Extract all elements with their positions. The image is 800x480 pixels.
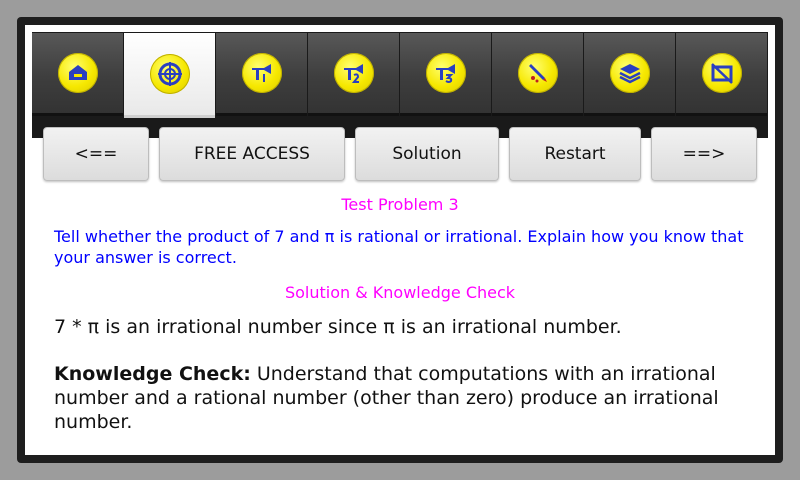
tab-home[interactable] <box>32 33 123 116</box>
answer-text: 7 * π is an irrational number since π is… <box>54 316 622 338</box>
tab-bar <box>32 32 768 138</box>
tab-trumpet-3[interactable] <box>400 33 491 116</box>
solution-title: Solution & Knowledge Check <box>284 283 516 302</box>
knowledge-check: Knowledge Check: Understand that computa… <box>54 362 754 434</box>
free-access-button[interactable]: FREE ACCESS <box>159 127 345 181</box>
tab-layers[interactable] <box>584 33 675 116</box>
slash-box-icon <box>701 53 742 93</box>
tab-slash-box[interactable] <box>676 33 767 116</box>
pencil-eraser-icon <box>517 53 558 93</box>
app-screen: <== FREE ACCESS Solution Restart ==> Tes… <box>25 25 775 455</box>
problem-text: Tell whether the product of 7 and π is r… <box>54 227 744 267</box>
trumpet-1-icon <box>241 53 282 93</box>
action-button-row: <== FREE ACCESS Solution Restart ==> <box>43 127 757 183</box>
trumpet-2-icon <box>333 53 374 93</box>
knowledge-check-label: Knowledge Check: <box>54 363 251 385</box>
problem-title: Test Problem 3 <box>341 195 459 214</box>
solution-button[interactable]: Solution <box>355 127 499 181</box>
next-button[interactable]: ==> <box>651 127 757 181</box>
target-icon <box>149 54 190 94</box>
prev-button[interactable]: <== <box>43 127 149 181</box>
tab-pencil[interactable] <box>492 33 583 116</box>
trumpet-3-icon <box>425 53 466 93</box>
tab-trumpet-2[interactable] <box>308 33 399 116</box>
home-icon <box>57 53 98 93</box>
tab-target[interactable] <box>124 33 215 118</box>
restart-button[interactable]: Restart <box>509 127 641 181</box>
layers-icon <box>609 53 650 93</box>
tab-trumpet-1[interactable] <box>216 33 307 116</box>
